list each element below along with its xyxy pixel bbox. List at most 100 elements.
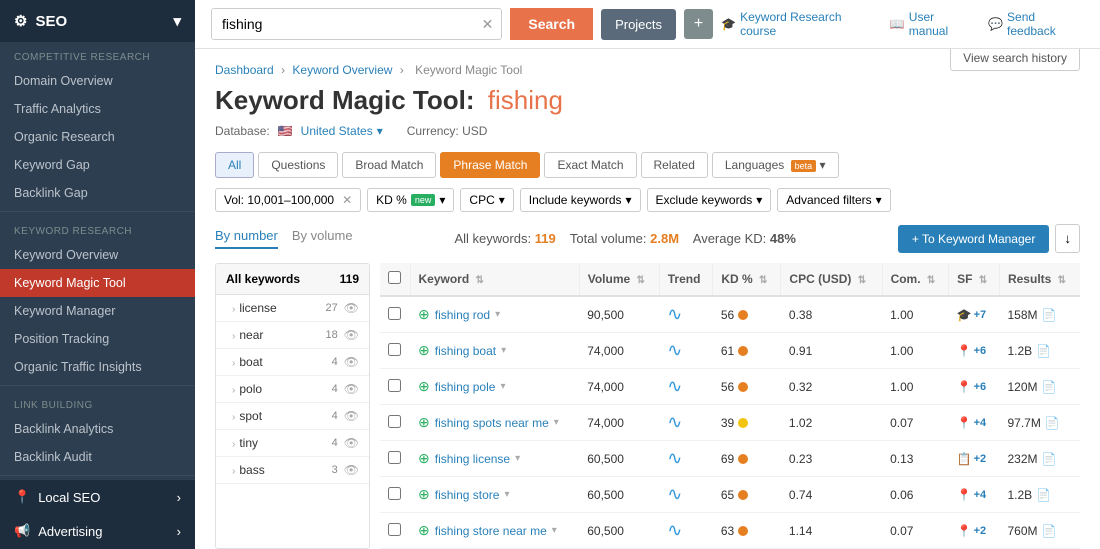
keyword-caret-3[interactable]: ▾ — [554, 417, 559, 428]
database-selector[interactable]: United States ▾ — [301, 124, 383, 138]
cell-checkbox-4[interactable] — [380, 441, 410, 477]
sidebar-item-keyword-gap[interactable]: Keyword Gap — [0, 151, 195, 179]
add-keyword-btn-6[interactable]: ⊕ — [418, 522, 430, 539]
cell-checkbox-3[interactable] — [380, 405, 410, 441]
keyword-caret-0[interactable]: ▾ — [495, 309, 500, 320]
eye-icon-1[interactable]: 👁 — [344, 328, 359, 342]
keyword-link-0[interactable]: fishing rod — [435, 308, 490, 322]
left-panel-item-license[interactable]: ›license 27 👁 — [216, 295, 369, 322]
send-feedback-link[interactable]: 💬 Send feedback — [988, 10, 1084, 38]
th-keyword[interactable]: Keyword ⇅ — [410, 263, 579, 296]
th-kd[interactable]: KD % ⇅ — [713, 263, 781, 296]
vol-filter-remove[interactable]: ✕ — [342, 193, 352, 207]
sidebar-collapse-icon[interactable]: ▾ — [173, 12, 181, 30]
tab-questions[interactable]: Questions — [258, 152, 338, 178]
th-trend[interactable]: Trend — [659, 263, 713, 296]
left-panel-item-polo[interactable]: ›polo 4 👁 — [216, 376, 369, 403]
cell-checkbox-1[interactable] — [380, 333, 410, 369]
sidebar-item-keyword-manager[interactable]: Keyword Manager — [0, 297, 195, 325]
export-button[interactable]: ↓ — [1055, 224, 1080, 253]
keyword-research-course-link[interactable]: 🎓 Keyword Research course — [721, 10, 876, 38]
cell-checkbox-6[interactable] — [380, 513, 410, 549]
add-keyword-btn-3[interactable]: ⊕ — [418, 414, 430, 431]
feedback-icon: 💬 — [988, 17, 1003, 31]
keyword-link-4[interactable]: fishing license — [435, 452, 510, 466]
sidebar-item-position-tracking[interactable]: Position Tracking — [0, 325, 195, 353]
sidebar-item-domain-overview[interactable]: Domain Overview — [0, 67, 195, 95]
eye-icon-0[interactable]: 👁 — [344, 301, 359, 315]
eye-icon-5[interactable]: 👁 — [344, 436, 359, 450]
tab-all[interactable]: All — [215, 152, 254, 178]
add-keyword-btn-2[interactable]: ⊕ — [418, 378, 430, 395]
advanced-chevron: ▾ — [876, 193, 882, 207]
cell-checkbox-5[interactable] — [380, 477, 410, 513]
keyword-link-5[interactable]: fishing store — [435, 488, 500, 502]
left-panel-item-near[interactable]: ›near 18 👁 — [216, 322, 369, 349]
tab-broad-match[interactable]: Broad Match — [342, 152, 436, 178]
eye-icon-2[interactable]: 👁 — [344, 355, 359, 369]
results-icon-3: 📄 — [1045, 416, 1060, 430]
keyword-caret-4[interactable]: ▾ — [515, 453, 520, 464]
include-kw-chip[interactable]: Include keywords ▾ — [520, 188, 641, 212]
sidebar-item-local-seo[interactable]: 📍 Local SEO › — [0, 480, 195, 514]
sidebar-item-backlink-audit[interactable]: Backlink Audit — [0, 443, 195, 471]
kd-filter-chip[interactable]: KD % new ▾ — [367, 188, 454, 212]
sidebar-item-organic-research[interactable]: Organic Research — [0, 123, 195, 151]
keyword-caret-6[interactable]: ▾ — [552, 525, 557, 536]
sidebar-item-advertising[interactable]: 📢 Advertising › — [0, 514, 195, 548]
user-manual-link[interactable]: 📖 User manual — [890, 10, 974, 38]
projects-button[interactable]: Projects — [601, 9, 676, 40]
tab-languages[interactable]: Languages beta ▾ — [712, 152, 839, 178]
add-to-keyword-manager-button[interactable]: + To Keyword Manager — [898, 225, 1050, 253]
add-keyword-btn-5[interactable]: ⊕ — [418, 486, 430, 503]
add-keyword-btn-1[interactable]: ⊕ — [418, 342, 430, 359]
search-input[interactable] — [212, 9, 474, 39]
breadcrumb-dashboard[interactable]: Dashboard — [215, 63, 274, 77]
th-results[interactable]: Results ⇅ — [999, 263, 1080, 296]
keyword-caret-1[interactable]: ▾ — [501, 345, 506, 356]
view-search-history-button[interactable]: View search history — [950, 49, 1080, 71]
tab-related[interactable]: Related — [641, 152, 708, 178]
advanced-filters-chip[interactable]: Advanced filters ▾ — [777, 188, 890, 212]
th-cpc[interactable]: CPC (USD) ⇅ — [781, 263, 882, 296]
breadcrumb-keyword-overview[interactable]: Keyword Overview — [292, 63, 392, 77]
keyword-link-3[interactable]: fishing spots near me — [435, 416, 549, 430]
select-all-checkbox[interactable] — [388, 271, 401, 284]
add-keyword-btn-4[interactable]: ⊕ — [418, 450, 430, 467]
cell-checkbox-0[interactable] — [380, 296, 410, 333]
add-keyword-btn-0[interactable]: ⊕ — [418, 306, 430, 323]
th-volume[interactable]: Volume ⇅ — [579, 263, 659, 296]
keyword-link-2[interactable]: fishing pole — [435, 380, 496, 394]
keyword-caret-2[interactable]: ▾ — [500, 381, 505, 392]
sidebar-logo[interactable]: ⚙ SEO ▾ — [0, 0, 195, 42]
keyword-caret-5[interactable]: ▾ — [504, 489, 509, 500]
sidebar-item-traffic-analytics[interactable]: Traffic Analytics — [0, 95, 195, 123]
eye-icon-4[interactable]: 👁 — [344, 409, 359, 423]
keyword-link-6[interactable]: fishing store near me — [435, 524, 547, 538]
tab-by-number[interactable]: By number — [215, 228, 278, 249]
cell-checkbox-2[interactable] — [380, 369, 410, 405]
sidebar-item-backlink-analytics[interactable]: Backlink Analytics — [0, 415, 195, 443]
eye-icon-3[interactable]: 👁 — [344, 382, 359, 396]
left-panel-item-boat[interactable]: ›boat 4 👁 — [216, 349, 369, 376]
tab-exact-match[interactable]: Exact Match — [544, 152, 636, 178]
add-project-button[interactable]: + — [684, 9, 713, 39]
th-sf[interactable]: SF ⇅ — [949, 263, 1000, 296]
left-panel-item-tiny[interactable]: ›tiny 4 👁 — [216, 430, 369, 457]
keyword-link-1[interactable]: fishing boat — [435, 344, 496, 358]
cpc-filter-chip[interactable]: CPC ▾ — [460, 188, 513, 212]
vol-filter-chip[interactable]: Vol: 10,001–100,000 ✕ — [215, 188, 361, 212]
eye-icon-6[interactable]: 👁 — [344, 463, 359, 477]
sidebar-item-backlink-gap[interactable]: Backlink Gap — [0, 179, 195, 207]
tab-by-volume[interactable]: By volume — [292, 228, 353, 249]
sidebar-item-keyword-overview[interactable]: Keyword Overview — [0, 241, 195, 269]
left-panel-item-spot[interactable]: ›spot 4 👁 — [216, 403, 369, 430]
th-com[interactable]: Com. ⇅ — [882, 263, 949, 296]
sidebar-item-keyword-magic-tool[interactable]: Keyword Magic Tool — [0, 269, 195, 297]
sidebar-item-organic-traffic-insights[interactable]: Organic Traffic Insights — [0, 353, 195, 381]
left-panel-item-bass[interactable]: ›bass 3 👁 — [216, 457, 369, 484]
search-button[interactable]: Search — [510, 8, 593, 40]
tab-phrase-match[interactable]: Phrase Match — [440, 152, 540, 178]
exclude-kw-chip[interactable]: Exclude keywords ▾ — [647, 188, 772, 212]
search-clear-icon[interactable]: ✕ — [474, 12, 502, 37]
